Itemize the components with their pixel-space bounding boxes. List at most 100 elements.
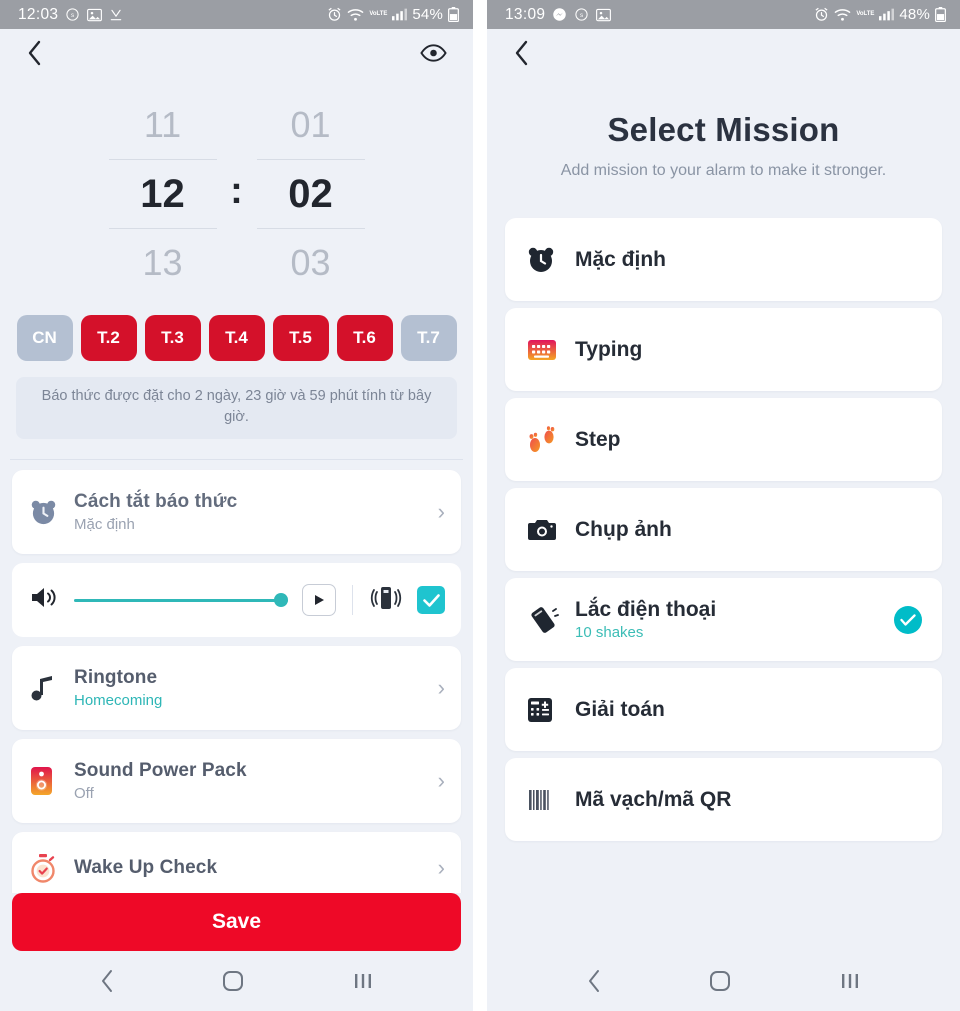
- vibration-checkbox[interactable]: [417, 586, 445, 614]
- shake-phone-icon: [527, 606, 575, 634]
- download-icon: [109, 8, 123, 22]
- minute-column[interactable]: 01 02 03: [256, 91, 365, 297]
- row-ringtone[interactable]: Ringtone Homecoming ›: [12, 646, 461, 730]
- time-picker[interactable]: 11 12 13 : 01 02 03: [0, 77, 473, 303]
- hour-next[interactable]: 13: [109, 229, 217, 297]
- back-button[interactable]: [513, 39, 530, 67]
- right-nav-bar: [487, 951, 960, 1011]
- alarm-info-text: Báo thức được đặt cho 2 ngày, 23 giờ và …: [16, 377, 457, 439]
- minute-next[interactable]: 03: [257, 229, 365, 297]
- minute-prev[interactable]: 01: [257, 91, 365, 159]
- day-chip-t4[interactable]: T.4: [208, 315, 265, 361]
- page-subtitle: Add mission to your alarm to make it str…: [560, 162, 887, 179]
- left-nav-bar: [0, 951, 473, 1011]
- volte-label: VoLTE: [369, 11, 388, 17]
- day-selector: CN T.2 T.3 T.4 T.5 T.6 T.7: [0, 303, 473, 361]
- mission-item-math[interactable]: Giải toán: [505, 668, 942, 751]
- minute-selected[interactable]: 02: [256, 159, 365, 229]
- day-chip-t2[interactable]: T.2: [80, 315, 137, 361]
- vibrate-icon[interactable]: [369, 585, 403, 616]
- day-chip-t7[interactable]: T.7: [400, 315, 457, 361]
- slider-knob[interactable]: [274, 593, 288, 607]
- status-time: 12:03: [18, 5, 59, 23]
- battery-icon: [448, 7, 459, 22]
- footprints-icon: [527, 425, 575, 454]
- day-chip-t5[interactable]: T.5: [272, 315, 329, 361]
- row-dismiss-method[interactable]: Cách tắt báo thức Mặc định ›: [12, 470, 461, 554]
- mission-item-barcode[interactable]: Mã vạch/mã QR: [505, 758, 942, 841]
- nav-home-icon[interactable]: [222, 970, 244, 992]
- row-subtitle: Homecoming: [74, 692, 163, 709]
- mission-selected-check-icon[interactable]: [894, 605, 922, 634]
- mission-item-shake[interactable]: Lắc điện thoại 10 shakes: [505, 578, 942, 661]
- barcode-icon: [527, 788, 575, 812]
- mission-list: Mặc định Typing Step Chụp ảnh Lắc điện t…: [487, 180, 960, 951]
- nav-recents-icon[interactable]: [353, 971, 373, 991]
- row-title: Ringtone: [74, 667, 158, 688]
- eye-icon[interactable]: [420, 43, 447, 63]
- left-status-bar: 12:03 s VoLTE 54%: [0, 0, 473, 29]
- mission-item-typing[interactable]: Typing: [505, 308, 942, 391]
- panel-gap: [473, 0, 487, 1011]
- volte-label: VoLTE: [856, 11, 875, 17]
- play-preview-button[interactable]: [302, 584, 336, 616]
- volte-icon: VoLTE: [856, 11, 875, 17]
- row-wake-up-check[interactable]: Wake Up Check ›: [12, 832, 461, 893]
- signal-icon: [392, 8, 408, 21]
- right-status-bar: 13:09 s VoLTE 48%: [487, 0, 960, 29]
- sound-off-icon: s: [65, 7, 80, 22]
- sound-off-icon: s: [574, 7, 589, 22]
- chevron-right-icon: ›: [437, 675, 445, 700]
- save-button[interactable]: Save: [12, 893, 461, 951]
- mission-title: Step: [575, 427, 621, 451]
- speaker-icon: [30, 766, 74, 796]
- mission-item-photo[interactable]: Chụp ảnh: [505, 488, 942, 571]
- row-title: Sound Power Pack: [74, 760, 247, 781]
- wifi-icon: [834, 8, 851, 22]
- bear-clock-icon: [527, 246, 575, 274]
- right-phone-screen: 13:09 s VoLTE 48% Select Mission Add mis…: [487, 0, 960, 1011]
- save-bar: Save: [0, 893, 473, 951]
- hour-selected[interactable]: 12: [108, 159, 217, 229]
- time-separator: :: [230, 170, 243, 212]
- messenger-icon: [552, 7, 567, 22]
- photo-icon: [596, 8, 612, 22]
- chevron-right-icon: ›: [437, 768, 445, 793]
- nav-back-icon[interactable]: [587, 969, 601, 993]
- dual-screenshot: 12:03 s VoLTE 54% 11 12 13: 01 02 03 CN…: [0, 0, 960, 1011]
- divider: [352, 585, 353, 615]
- day-chip-cn[interactable]: CN: [16, 315, 73, 361]
- left-phone-screen: 12:03 s VoLTE 54% 11 12 13: 01 02 03 CN…: [0, 0, 473, 1011]
- row-subtitle: Mặc định: [74, 516, 135, 533]
- mission-title: Chụp ảnh: [575, 517, 672, 541]
- nav-home-icon[interactable]: [709, 970, 731, 992]
- mission-item-default[interactable]: Mặc định: [505, 218, 942, 301]
- mission-item-step[interactable]: Step: [505, 398, 942, 481]
- row-subtitle: Off: [74, 785, 94, 802]
- day-chip-t3[interactable]: T.3: [144, 315, 201, 361]
- day-chip-t6[interactable]: T.6: [336, 315, 393, 361]
- signal-icon: [879, 8, 895, 21]
- status-time: 13:09: [505, 5, 546, 23]
- battery-icon: [935, 7, 946, 22]
- volte-icon: VoLTE: [369, 11, 388, 17]
- back-button[interactable]: [26, 39, 43, 67]
- hour-prev[interactable]: 11: [109, 91, 217, 159]
- volume-up-icon[interactable]: [30, 585, 60, 615]
- settings-card-list: Cách tắt báo thức Mặc định › Ringtone Ho…: [0, 460, 473, 893]
- hour-column[interactable]: 11 12 13: [108, 91, 217, 297]
- left-top-bar: [0, 29, 473, 77]
- bear-clock-icon: [30, 499, 74, 526]
- mission-title: Mã vạch/mã QR: [575, 787, 732, 811]
- nav-recents-icon[interactable]: [840, 971, 860, 991]
- music-note-icon: [30, 674, 74, 702]
- volume-slider[interactable]: [74, 591, 288, 609]
- chevron-right-icon: ›: [437, 499, 445, 524]
- battery-percent: 48%: [899, 6, 930, 23]
- wifi-icon: [347, 8, 364, 22]
- mission-subtitle: 10 shakes: [575, 624, 644, 641]
- row-title: Wake Up Check: [74, 857, 218, 878]
- nav-back-icon[interactable]: [100, 969, 114, 993]
- row-sound-power-pack[interactable]: Sound Power Pack Off ›: [12, 739, 461, 823]
- mission-title: Lắc điện thoại: [575, 598, 717, 621]
